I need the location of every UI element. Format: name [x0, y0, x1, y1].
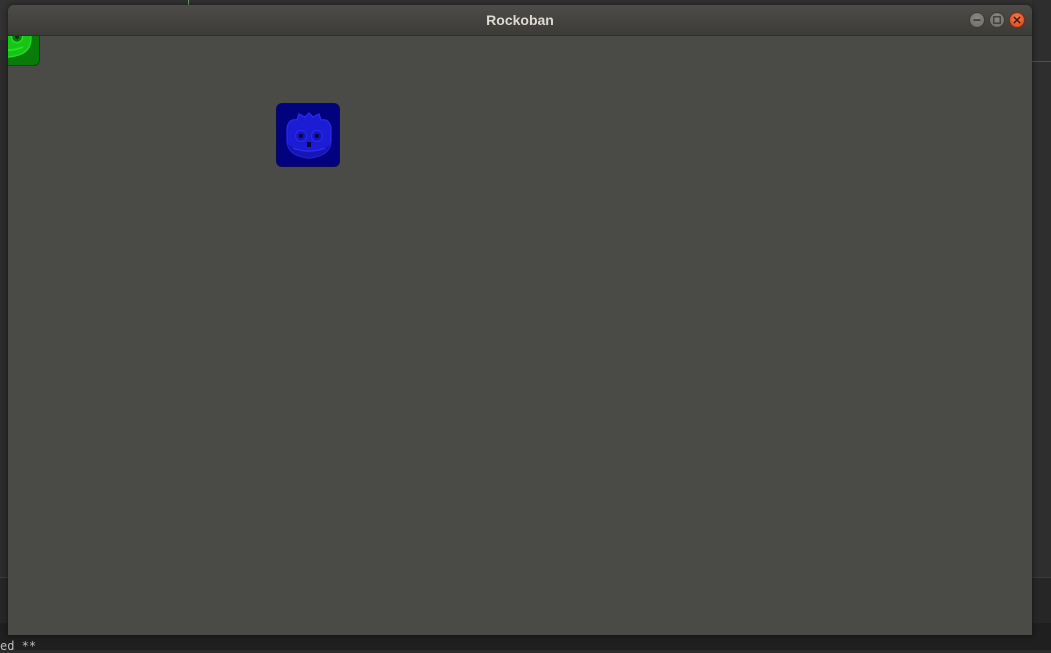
minimize-button[interactable]: [969, 12, 985, 28]
desktop-marker-line: [1032, 61, 1051, 62]
goal-sprite: [8, 36, 40, 66]
window-titlebar[interactable]: Rockoban: [8, 5, 1032, 36]
player-sprite: [276, 103, 340, 167]
window-title: Rockoban: [486, 12, 554, 28]
maximize-icon: [993, 16, 1001, 24]
godot-robot-icon: [286, 112, 332, 159]
close-button[interactable]: [1009, 12, 1025, 28]
terminal-output: ed **: [0, 639, 37, 653]
godot-robot-icon: [8, 36, 32, 58]
maximize-button[interactable]: [989, 12, 1005, 28]
game-viewport[interactable]: [8, 36, 1032, 635]
desktop-side-panel: [1032, 0, 1051, 578]
close-icon: [1013, 16, 1021, 24]
minimize-icon: [973, 19, 981, 21]
game-window: Rockoban: [8, 5, 1032, 635]
